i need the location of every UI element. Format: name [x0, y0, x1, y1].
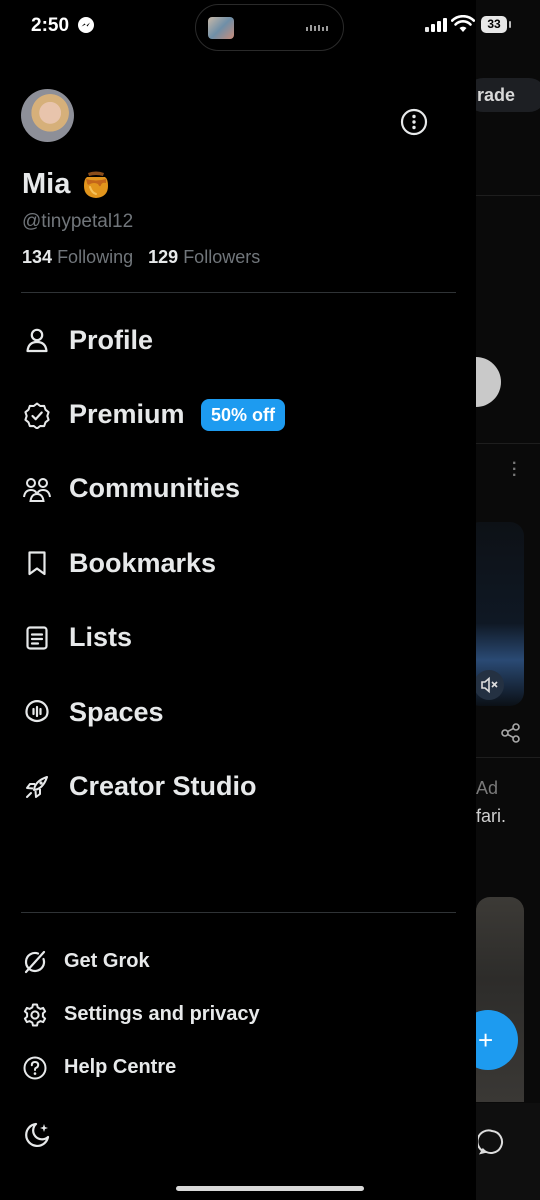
post-text: fari.	[476, 806, 507, 826]
chat-icon[interactable]	[478, 1128, 506, 1156]
menu-label: Premium	[69, 399, 185, 430]
moon-sparkle-icon[interactable]	[22, 1120, 52, 1150]
upgrade-label: rade	[477, 85, 516, 105]
avatar[interactable]	[476, 357, 501, 407]
followers-count: 129	[148, 247, 179, 267]
battery-icon: 33	[481, 16, 511, 33]
profile-name: Mia	[22, 167, 71, 200]
upgrade-button[interactable]: rade	[476, 78, 540, 112]
dynamic-island[interactable]	[195, 4, 344, 51]
secondary-menu: Get Grok Settings and privacy Help Centr…	[0, 935, 476, 1094]
follow-stats: 134 Following 129 Followers	[22, 247, 260, 268]
avatar[interactable]	[21, 89, 74, 142]
menu-item-get-grok[interactable]: Get Grok	[0, 935, 476, 988]
menu-label: Communities	[69, 473, 241, 504]
main-menu: Profile Premium 50% off Communities Book…	[0, 303, 476, 824]
status-bar: 2:50 33	[0, 0, 540, 56]
followers-link[interactable]: 129 Followers	[148, 247, 260, 267]
rocket-icon	[22, 772, 52, 802]
mute-icon[interactable]	[476, 670, 504, 700]
cellular-signal-icon	[425, 16, 447, 32]
menu-label: Lists	[69, 622, 133, 653]
menu-item-settings[interactable]: Settings and privacy	[0, 988, 476, 1041]
menu-item-premium[interactable]: Premium 50% off	[0, 377, 476, 451]
home-indicator[interactable]	[176, 1186, 364, 1191]
spaces-icon	[22, 697, 52, 727]
following-link[interactable]: 134 Following	[22, 247, 133, 267]
menu-label: Settings and privacy	[64, 1003, 260, 1025]
menu-label: Help Centre	[64, 1056, 177, 1078]
verified-badge-icon	[22, 400, 52, 430]
menu-label: Get Grok	[64, 950, 150, 972]
menu-label: Bookmarks	[69, 547, 217, 578]
profile-handle: @tinypetal12	[22, 211, 134, 232]
following-count: 134	[22, 247, 53, 267]
menu-label: Creator Studio	[69, 771, 257, 802]
grok-icon	[22, 949, 48, 975]
ad-label: Ad	[476, 778, 499, 798]
menu-item-spaces[interactable]: Spaces	[0, 675, 476, 749]
followers-label: Followers	[183, 247, 261, 267]
discount-badge: 50% off	[201, 398, 286, 431]
divider	[476, 443, 540, 444]
post-image[interactable]	[476, 897, 524, 1102]
person-icon	[22, 325, 52, 355]
more-options-icon[interactable]	[400, 108, 428, 136]
profile-name-row[interactable]: Mia	[22, 167, 112, 201]
wifi-icon	[451, 15, 475, 32]
divider	[476, 757, 540, 758]
gear-icon	[22, 1002, 48, 1028]
divider	[476, 195, 540, 196]
menu-item-bookmarks[interactable]: Bookmarks	[0, 526, 476, 600]
timeline-background[interactable]: rade · · · Ad fari. +	[476, 0, 540, 1200]
divider	[21, 912, 456, 913]
communities-icon	[22, 474, 52, 504]
following-label: Following	[57, 247, 134, 267]
messenger-icon	[78, 17, 94, 33]
video-thumbnail[interactable]	[476, 522, 524, 706]
menu-label: Spaces	[69, 696, 164, 727]
menu-label: Profile	[69, 324, 154, 355]
menu-item-help-centre[interactable]: Help Centre	[0, 1041, 476, 1094]
plus-icon: +	[478, 1025, 494, 1055]
audio-waveform-icon	[306, 25, 328, 31]
now-playing-thumbnail	[208, 17, 234, 39]
honey-pot-icon	[80, 167, 112, 201]
more-icon[interactable]: · · ·	[512, 456, 517, 484]
divider	[21, 292, 456, 293]
menu-item-communities[interactable]: Communities	[0, 452, 476, 526]
menu-item-creator-studio[interactable]: Creator Studio	[0, 749, 476, 823]
status-time: 2:50	[31, 15, 70, 36]
menu-item-lists[interactable]: Lists	[0, 601, 476, 675]
help-icon	[22, 1055, 48, 1081]
menu-item-profile[interactable]: Profile	[0, 303, 476, 377]
bookmark-icon	[22, 548, 52, 578]
list-icon	[22, 623, 52, 653]
navigation-drawer: Mia @tinypetal12 134 Following 129 Follo…	[0, 0, 476, 1200]
share-icon[interactable]	[500, 722, 522, 744]
